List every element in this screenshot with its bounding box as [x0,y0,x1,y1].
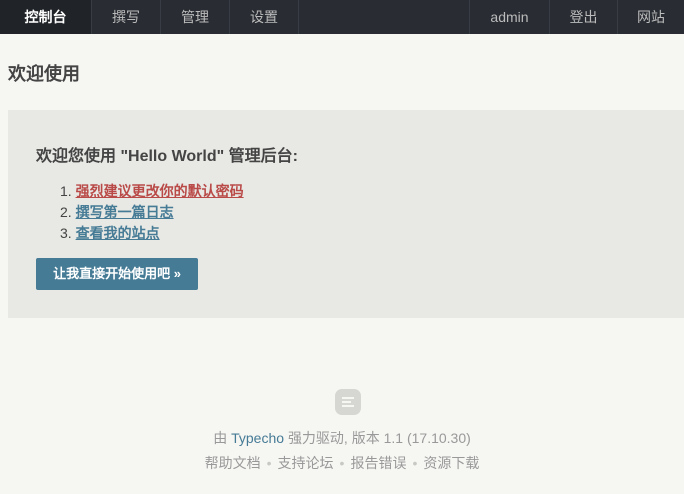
nav-settings[interactable]: 设置 [230,0,299,34]
nav-dashboard[interactable]: 控制台 [0,0,92,34]
list-item-number: 1. [60,183,72,199]
top-nav: 控制台 撰写 管理 设置 admin 登出 网站 [0,0,684,34]
page-title: 欢迎使用 [8,64,80,84]
change-password-link[interactable]: 强烈建议更改你的默认密码 [76,183,244,199]
footer-link-forum[interactable]: 支持论坛 [278,455,334,471]
welcome-heading: 欢迎您使用 "Hello World" 管理后台: [36,148,298,165]
footer-separator: • [412,455,418,471]
start-using-button[interactable]: 让我直接开始使用吧 » [36,258,198,290]
footer-link-report-bug[interactable]: 报告错误 [350,455,406,471]
footer-link-downloads[interactable]: 资源下载 [423,455,479,471]
nav-logout[interactable]: 登出 [549,0,617,34]
footer-link-docs[interactable]: 帮助文档 [205,455,261,471]
typecho-link[interactable]: Typecho [231,430,284,446]
nav-site[interactable]: 网站 [617,0,684,34]
footer-separator: • [266,455,272,471]
list-item: 3. 查看我的站点 [60,223,244,244]
write-first-post-link[interactable]: 撰写第一篇日志 [76,204,174,220]
list-item-number: 3. [60,225,72,241]
nav-manage[interactable]: 管理 [161,0,230,34]
footer-powered-by: 由 Typecho 强力驱动, 版本 1.1 (17.10.30) [0,428,684,448]
typecho-logo-icon [335,389,361,415]
list-item-number: 2. [60,204,72,220]
footer-links: 帮助文档 • 支持论坛 • 报告错误 • 资源下载 [0,453,684,473]
welcome-panel: 欢迎您使用 "Hello World" 管理后台: 1. 强烈建议更改你的默认密… [8,110,684,318]
welcome-steps-list: 1. 强烈建议更改你的默认密码 2. 撰写第一篇日志 3. 查看我的站点 [60,181,244,244]
view-site-link[interactable]: 查看我的站点 [76,225,160,241]
footer-version-text: 强力驱动, 版本 1.1 (17.10.30) [287,430,471,446]
list-item: 2. 撰写第一篇日志 [60,202,244,223]
footer-separator: • [339,455,345,471]
footer-by-text: 由 [213,430,228,446]
list-item: 1. 强烈建议更改你的默认密码 [60,181,244,202]
nav-user-admin[interactable]: admin [469,0,549,34]
nav-write[interactable]: 撰写 [92,0,161,34]
